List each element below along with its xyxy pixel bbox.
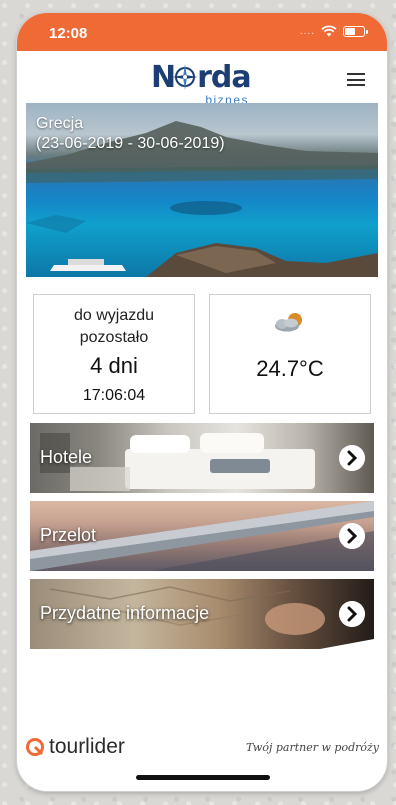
- tourlider-logo-icon: [26, 738, 44, 756]
- hotels-label: Hotele: [40, 447, 93, 467]
- countdown-days: 4 dni: [90, 353, 138, 378]
- battery-charging-icon: [343, 25, 368, 37]
- hamburger-menu-icon[interactable]: [347, 73, 365, 86]
- countdown-card: do wyjazdu pozostało 4 dni 17:06:04: [33, 294, 195, 414]
- countdown-clock: 17:06:04: [82, 387, 146, 404]
- status-time: 12:08: [49, 25, 88, 42]
- signal-dots-icon: ....: [299, 25, 315, 37]
- norda-logo[interactable]: Nrda biznes: [151, 60, 253, 108]
- trip-dates: (23-06-2019 - 30-06-2019): [36, 135, 225, 152]
- flight-tile[interactable]: Przelot: [30, 501, 374, 571]
- status-icons: ....: [299, 25, 368, 37]
- trip-country: Grecja: [36, 115, 84, 132]
- partly-cloudy-icon: [275, 313, 302, 332]
- useful-info-tile[interactable]: Przydatne informacje: [30, 579, 374, 649]
- weather-card: 24.7°C: [209, 294, 371, 414]
- hotels-tile[interactable]: Hotele: [30, 423, 374, 493]
- chevron-right-icon: [339, 601, 365, 627]
- flight-label: Przelot: [40, 525, 97, 545]
- tourlider-brand: tourlider: [49, 735, 125, 758]
- weather-temperature: 24.7°C: [256, 356, 324, 381]
- chevron-right-icon: [339, 523, 365, 549]
- status-bar: 12:08 ....: [17, 13, 387, 51]
- wifi-icon: [321, 25, 337, 37]
- countdown-label: do wyjazdu pozostało: [73, 307, 155, 346]
- compass-icon: [172, 64, 198, 90]
- tourlider-logo[interactable]: tourlider: [25, 735, 125, 759]
- app-header: Nrda biznes: [17, 51, 387, 107]
- useful-info-label: Przydatne informacje: [40, 603, 210, 623]
- footer-tagline: Twój partner w podróży: [245, 741, 379, 754]
- trip-banner: Grecja (23-06-2019 - 30-06-2019): [26, 103, 378, 277]
- phone-screen: 12:08 .... Nrda biznes Grecja (23-06-201…: [17, 13, 387, 791]
- home-indicator[interactable]: [136, 775, 270, 780]
- chevron-right-icon: [339, 445, 365, 471]
- logo-wordmark: Nrda: [151, 60, 252, 95]
